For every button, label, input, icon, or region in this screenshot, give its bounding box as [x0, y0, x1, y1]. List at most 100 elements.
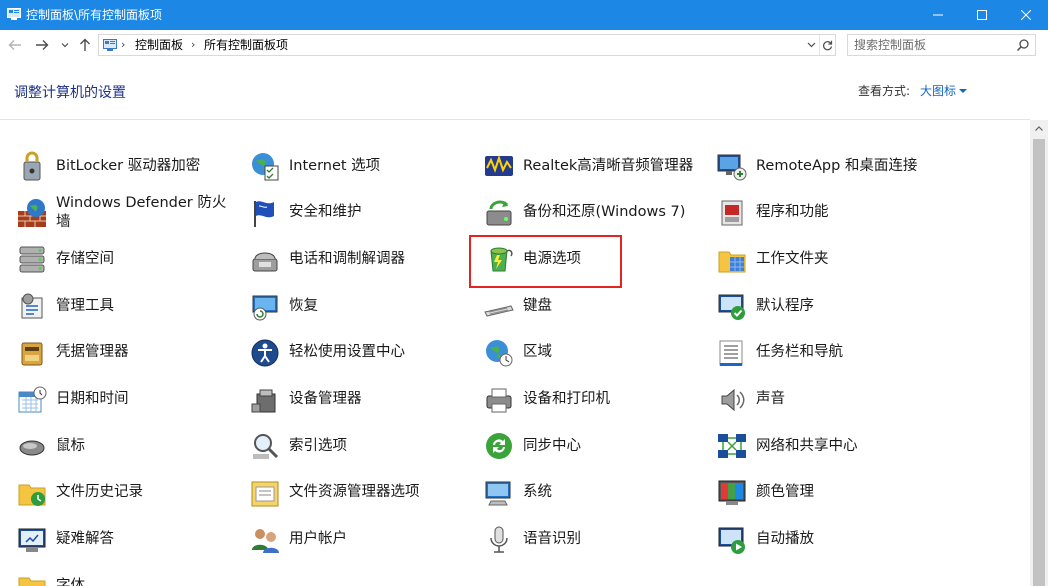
fonts-icon: A — [18, 577, 46, 586]
control-panel-item[interactable]: 设备管理器 — [249, 377, 469, 423]
control-panel-item-label: 键盘 — [523, 297, 552, 314]
refresh-button[interactable] — [819, 35, 835, 55]
control-panel-item-label: Internet 选项 — [289, 157, 381, 174]
system-icon — [485, 481, 511, 506]
control-panel-icon — [7, 8, 21, 20]
file-history-icon — [18, 484, 46, 506]
control-panel-item-label: 工作文件夹 — [756, 250, 829, 267]
control-panel-item[interactable]: 用户帐户 — [249, 517, 469, 563]
control-panel-item[interactable]: 系统 — [483, 470, 708, 516]
control-panel-item[interactable]: 恢复 — [249, 283, 469, 329]
control-panel-item[interactable]: 管理工具 — [16, 283, 236, 329]
scroll-up-button[interactable] — [1030, 120, 1048, 137]
control-panel-item-label: 鼠标 — [56, 437, 85, 454]
control-panel-item[interactable]: 文件资源管理器选项 — [249, 470, 469, 516]
breadcrumb-control-panel[interactable]: 控制面板 — [135, 38, 183, 52]
forward-button[interactable] — [33, 36, 51, 54]
caret-down-icon[interactable] — [959, 89, 967, 93]
control-panel-item[interactable]: 工作文件夹 — [716, 236, 1016, 282]
control-panel-item-label: Windows Defender 防火墙 — [56, 194, 227, 230]
view-by-label: 查看方式: — [858, 84, 911, 98]
address-bar[interactable]: › 控制面板 › 所有控制面板项 — [98, 34, 836, 56]
control-panel-item[interactable]: 日期和时间 — [16, 377, 236, 423]
control-panel-item-label: 程序和功能 — [756, 204, 829, 221]
search-icon[interactable] — [1016, 38, 1030, 52]
control-panel-item[interactable]: 区域 — [483, 330, 708, 376]
control-panel-item[interactable]: RemoteApp 和桌面连接 — [716, 143, 1016, 189]
storage-icon — [19, 246, 45, 273]
speech-icon — [490, 526, 508, 553]
ease-of-access-icon — [251, 339, 279, 367]
control-panel-item[interactable]: 电话和调制解调器 — [249, 236, 469, 282]
control-panel-item[interactable]: 索引选项 — [249, 423, 469, 469]
title-bar[interactable]: 控制面板\所有控制面板项 — [0, 0, 1048, 30]
control-panel-item-label: 设备和打印机 — [523, 391, 610, 407]
control-panel-item-label: 电话和调制解调器 — [289, 250, 405, 267]
scroll-thumb[interactable] — [1033, 139, 1045, 586]
control-panel-item-label: 管理工具 — [56, 297, 114, 314]
mouse-icon — [19, 440, 45, 456]
control-panel-item[interactable]: 程序和功能 — [716, 190, 1016, 236]
minimize-button[interactable] — [916, 0, 960, 30]
printer-icon — [486, 388, 512, 412]
control-panel-item[interactable]: A 字体 — [16, 563, 236, 586]
control-panel-item-label: 字体 — [56, 577, 85, 586]
control-panel-item-label: 语音识别 — [523, 531, 581, 548]
control-panel-item[interactable]: BitLocker 驱动器加密 — [16, 143, 236, 189]
breadcrumb-separator-icon[interactable]: › — [191, 38, 195, 52]
control-panel-item-label: 文件资源管理器选项 — [289, 484, 420, 501]
search-box[interactable] — [847, 34, 1036, 56]
breadcrumb-all-items[interactable]: 所有控制面板项 — [204, 38, 288, 52]
control-panel-item[interactable]: 文件历史记录 — [16, 470, 236, 516]
control-panel-item[interactable]: 颜色管理 — [716, 470, 1016, 516]
control-panel-item-label: 用户帐户 — [289, 531, 347, 548]
control-panel-item[interactable]: 安全和维护 — [249, 190, 469, 236]
address-dropdown-button[interactable] — [803, 35, 819, 55]
control-panel-item[interactable]: 轻松使用设置中心 — [249, 330, 469, 376]
control-panel-item[interactable]: Realtek高清晰音频管理器 — [483, 143, 708, 189]
up-button[interactable] — [76, 36, 94, 54]
control-panel-item[interactable]: 任务栏和导航 — [716, 330, 1016, 376]
control-panel-item[interactable]: 键盘 — [483, 283, 708, 329]
device-manager-icon — [251, 389, 276, 412]
backup-icon — [486, 200, 512, 226]
programs-icon — [721, 200, 743, 226]
control-panel-item[interactable]: 语音识别 — [483, 517, 708, 563]
control-panel-item[interactable]: 凭据管理器 — [16, 330, 236, 376]
maximize-button[interactable] — [960, 0, 1004, 30]
control-panel-item-label: 恢复 — [289, 297, 318, 314]
remoteapp-icon — [717, 154, 747, 181]
work-folders-icon — [718, 251, 746, 273]
control-panel-item-label: 默认程序 — [756, 297, 814, 314]
view-by-dropdown[interactable]: 大图标 — [920, 83, 956, 99]
control-panel-item-label: 系统 — [523, 484, 552, 501]
search-input[interactable] — [854, 37, 1014, 53]
recent-locations-button[interactable] — [58, 36, 72, 54]
control-panel-item[interactable]: 默认程序 — [716, 283, 1016, 329]
control-panel-item[interactable]: Internet 选项 — [249, 143, 469, 189]
window-title: 控制面板\所有控制面板项 — [26, 8, 163, 22]
control-panel-item-label: 任务栏和导航 — [756, 344, 843, 361]
control-panel-item[interactable]: 鼠标 — [16, 423, 236, 469]
control-panel-item[interactable]: 同步中心 — [483, 423, 708, 469]
control-panel-item[interactable]: 自动播放 — [716, 517, 1016, 563]
indexing-icon — [253, 434, 279, 460]
control-panel-item[interactable]: 声音 — [716, 377, 1016, 423]
control-panel-item[interactable]: 存储空间 — [16, 236, 236, 282]
control-panel-item[interactable]: 网络和共享中心 — [716, 423, 1016, 469]
control-panel-item-label: 安全和维护 — [289, 204, 362, 221]
control-panel-item[interactable]: 设备和打印机 — [483, 377, 708, 423]
recovery-icon — [252, 295, 278, 321]
control-panel-item-label: 设备管理器 — [289, 391, 362, 407]
color-management-icon — [718, 480, 746, 505]
control-panel-item[interactable]: 备份和还原(Windows 7) — [483, 190, 708, 236]
breadcrumb-separator-icon[interactable]: › — [121, 38, 125, 52]
control-panel-item[interactable]: Windows Defender 防火墙 — [16, 190, 236, 236]
close-button[interactable] — [1004, 0, 1048, 30]
back-button[interactable] — [6, 36, 24, 54]
vertical-scrollbar[interactable] — [1030, 120, 1048, 586]
control-panel-item-label: 日期和时间 — [56, 391, 129, 407]
control-panel-item[interactable]: 疑难解答 — [16, 517, 236, 563]
control-panel-icon — [103, 39, 117, 51]
internet-options-icon — [252, 153, 279, 181]
